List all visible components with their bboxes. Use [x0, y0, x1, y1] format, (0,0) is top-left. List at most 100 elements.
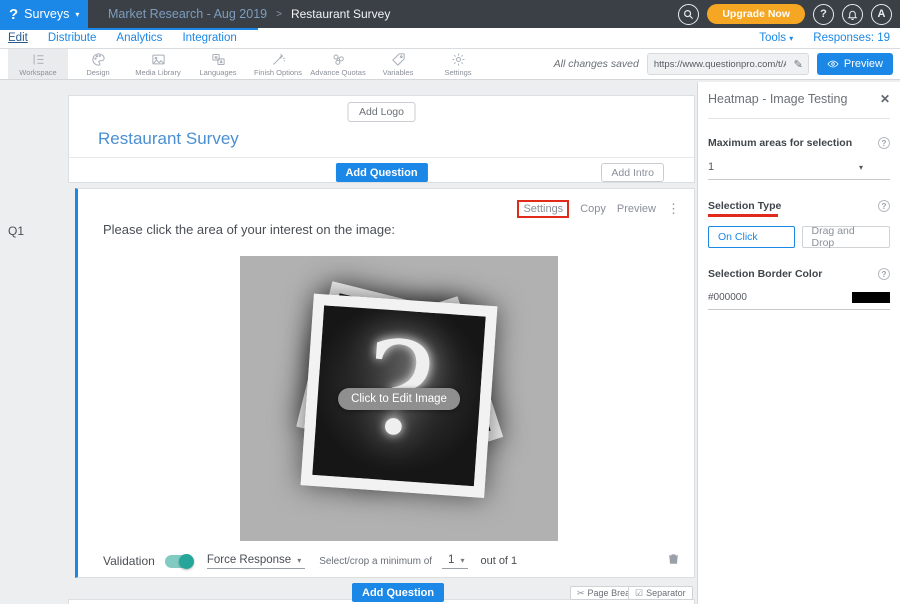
divider	[708, 118, 890, 119]
tools-menu[interactable]: Tools ▾	[759, 32, 793, 44]
top-bar: ? Surveys ▾ Market Research - Aug 2019 >…	[0, 0, 900, 28]
surveys-menu[interactable]: ? Surveys ▾	[0, 0, 88, 28]
add-intro-button[interactable]: Add Intro	[601, 163, 664, 182]
help-icon[interactable]: ?	[878, 137, 890, 149]
account-avatar[interactable]: A	[871, 4, 892, 25]
survey-header-card: Add Logo Restaurant Survey Add Question …	[68, 95, 695, 183]
add-logo-button[interactable]: Add Logo	[347, 102, 416, 122]
app-root: ? Surveys ▾ Market Research - Aug 2019 >…	[0, 0, 900, 604]
add-question-button-bottom[interactable]: Add Question	[352, 583, 444, 602]
validation-label: Validation	[103, 554, 155, 568]
surveys-label: Surveys	[24, 7, 69, 21]
max-areas-label: Maximum areas for selection	[708, 137, 852, 149]
survey-url-input[interactable]	[648, 59, 786, 70]
preview-button[interactable]: Preview	[817, 53, 893, 75]
translate-icon	[211, 52, 226, 67]
bell-icon	[847, 9, 858, 20]
selection-type-buttons: On Click Drag and Drop	[708, 226, 890, 248]
click-to-edit-image-button[interactable]: Click to Edit Image	[338, 388, 460, 410]
close-icon[interactable]: ✕	[880, 92, 890, 106]
selection-type-label: Selection Type	[708, 200, 781, 212]
toolbar-item-advance-quotas[interactable]: Advance Quotas	[308, 49, 368, 79]
question-preview-button[interactable]: Preview	[617, 203, 656, 215]
kebab-menu-icon[interactable]: ⋮	[667, 201, 680, 217]
breadcrumb-parent[interactable]: Market Research - Aug 2019	[108, 7, 267, 21]
question-settings-button[interactable]: Settings	[517, 200, 569, 218]
question-text[interactable]: Please click the area of your interest o…	[103, 222, 395, 237]
add-question-button-top[interactable]: Add Question	[335, 163, 427, 182]
color-swatch[interactable]	[852, 292, 890, 303]
notifications-button[interactable]	[842, 4, 863, 25]
divider	[69, 157, 694, 158]
topbar-actions: Upgrade Now ? A	[678, 4, 900, 25]
toggle-knob	[179, 554, 194, 569]
question-settings-panel: Heatmap - Image Testing ✕ Maximum areas …	[697, 82, 900, 604]
nav-tab-distribute[interactable]: Distribute	[48, 32, 97, 44]
links-icon	[331, 52, 346, 67]
toolbar-item-media-library[interactable]: Media Library	[128, 49, 188, 79]
question-number-label: Q1	[8, 224, 24, 238]
question-card: Settings Copy Preview ⋮ Please click the…	[75, 188, 695, 578]
eye-icon	[827, 58, 839, 70]
search-button[interactable]	[678, 4, 699, 25]
minimum-select-label: Select/crop a minimum of	[319, 556, 432, 567]
toolbar-item-finish-options[interactable]: Finish Options	[248, 49, 308, 79]
questionpro-logo-icon: ?	[9, 6, 18, 23]
image-icon	[151, 52, 166, 67]
red-highlight-underline	[708, 214, 778, 217]
gear-icon	[451, 52, 466, 67]
responses-count[interactable]: Responses: 19	[813, 32, 890, 44]
minimum-value-dropdown[interactable]: 1▾	[442, 554, 468, 569]
max-areas-select[interactable]: 1 ▾	[708, 157, 890, 180]
validation-row: Validation Force Response▾ Select/crop a…	[103, 550, 680, 572]
question-copy-button[interactable]: Copy	[580, 203, 606, 215]
separator-button[interactable]: ☑ Separator	[628, 586, 693, 600]
nav-tab-edit[interactable]: Edit	[8, 32, 28, 44]
toolbar-item-languages[interactable]: Languages	[188, 49, 248, 79]
nav-tab-integration[interactable]: Integration	[182, 32, 236, 44]
breadcrumb-current: Restaurant Survey	[291, 7, 390, 21]
help-icon[interactable]: ?	[878, 200, 890, 212]
toolbar-item-settings[interactable]: Settings	[428, 49, 488, 79]
toolbar-right: All changes saved ✎ Preview	[554, 49, 900, 79]
save-status: All changes saved	[554, 58, 639, 70]
chevron-down-icon: ▾	[297, 556, 301, 565]
nav-accent-bar	[0, 28, 258, 30]
nav-links: Edit Distribute Analytics Integration	[0, 32, 237, 44]
nav-right: Tools ▾ Responses: 19	[759, 32, 900, 44]
tag-icon	[391, 52, 406, 67]
chevron-down-icon: ▾	[789, 34, 793, 43]
chevron-down-icon: ▾	[460, 556, 464, 565]
border-color-field[interactable]: #000000	[708, 288, 890, 310]
edit-toolbar: Workspace Design Media Library Languages…	[0, 49, 900, 80]
help-icon[interactable]: ?	[878, 268, 890, 280]
scissors-icon: ✂	[577, 588, 585, 599]
validation-toggle[interactable]	[165, 555, 193, 568]
palette-icon	[91, 52, 106, 67]
toolbar-item-design[interactable]: Design	[68, 49, 128, 79]
border-color-label: Selection Border Color	[708, 268, 822, 280]
delete-question-button[interactable]	[667, 551, 680, 571]
separator-icon: ☑	[635, 588, 643, 599]
edit-url-icon[interactable]: ✎	[794, 58, 803, 71]
magic-wand-icon	[271, 52, 286, 67]
force-response-dropdown[interactable]: Force Response▾	[207, 554, 305, 569]
on-click-option[interactable]: On Click	[708, 226, 795, 248]
question-actions: Settings Copy Preview ⋮	[517, 200, 680, 218]
survey-title[interactable]: Restaurant Survey	[98, 129, 239, 149]
survey-url-box: ✎	[647, 53, 809, 75]
upgrade-now-button[interactable]: Upgrade Now	[707, 4, 805, 24]
help-button[interactable]: ?	[813, 4, 834, 25]
heatmap-image-placeholder[interactable]: ? Click to Edit Image	[240, 256, 558, 541]
out-of-label: out of 1	[480, 555, 517, 567]
nav-tab-analytics[interactable]: Analytics	[116, 32, 162, 44]
search-icon	[683, 9, 694, 20]
panel-title: Heatmap - Image Testing	[708, 92, 847, 106]
toolbar-item-workspace[interactable]: Workspace	[8, 49, 68, 79]
trash-icon	[667, 551, 680, 566]
breadcrumb: Market Research - Aug 2019 > Restaurant …	[108, 7, 390, 21]
breadcrumb-separator: >	[276, 9, 282, 20]
workspace-icon	[31, 52, 46, 67]
drag-and-drop-option[interactable]: Drag and Drop	[802, 226, 890, 248]
toolbar-item-variables[interactable]: Variables	[368, 49, 428, 79]
